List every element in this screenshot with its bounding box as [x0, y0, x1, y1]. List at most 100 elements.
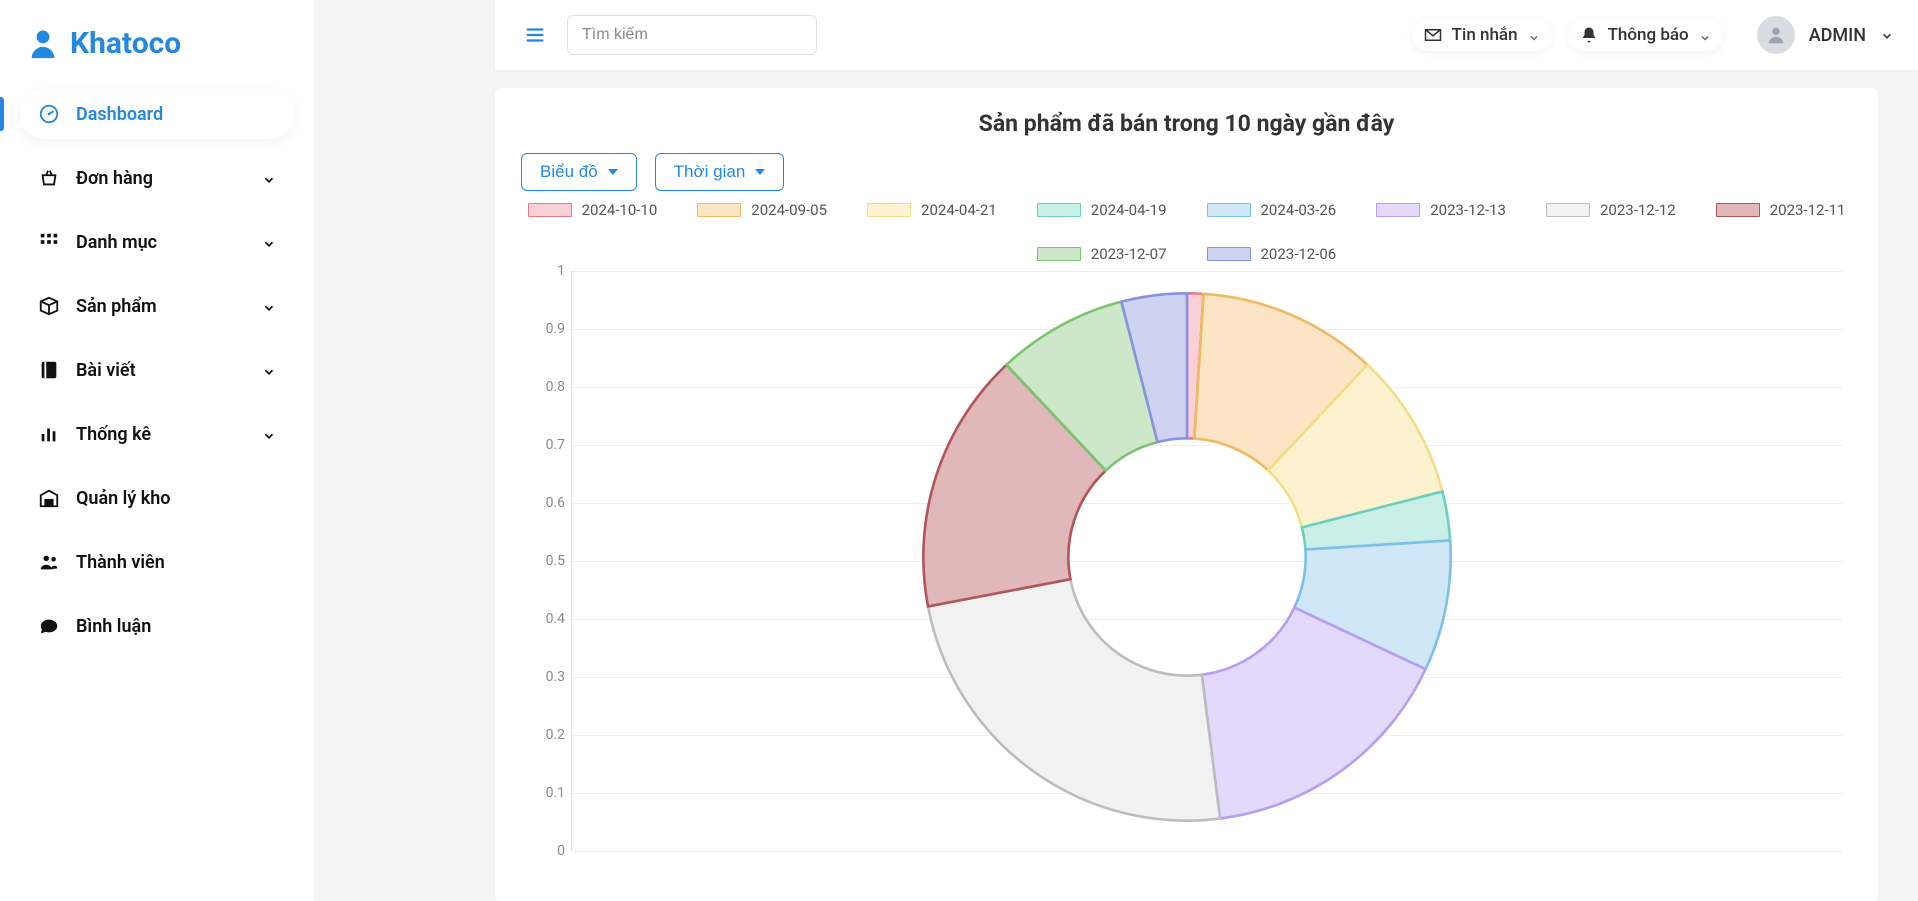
- sidebar-item-comment[interactable]: Bình luận: [20, 601, 294, 651]
- chart-type-label: Biểu đồ: [540, 162, 598, 182]
- chevron-down-icon: [262, 363, 276, 377]
- legend-label: 2024-04-21: [921, 201, 997, 219]
- user-name: ADMIN: [1809, 25, 1866, 46]
- legend-label: 2023-12-07: [1091, 245, 1167, 263]
- sidebar-item-label: Thành viên: [76, 552, 276, 573]
- sidebar-item-users[interactable]: Thành viên: [20, 537, 294, 587]
- sidebar-item-box[interactable]: Sản phẩm: [20, 281, 294, 331]
- legend-label: 2024-03-26: [1261, 201, 1337, 219]
- ytick-label: 0.7: [521, 437, 565, 453]
- sidebar-item-label: Danh mục: [76, 232, 246, 253]
- chevron-down-icon: [1880, 28, 1894, 42]
- topbar: Tin nhắn Thông báo ADMIN: [495, 0, 1918, 70]
- chart-area: 00.10.20.30.40.50.60.70.80.91: [521, 271, 1852, 851]
- brand-name: Khatoco: [70, 26, 181, 61]
- legend-label: 2024-04-19: [1091, 201, 1167, 219]
- brand[interactable]: Khatoco: [20, 18, 294, 89]
- sidebar-item-bars[interactable]: Thống kê: [20, 409, 294, 459]
- ytick-label: 0.1: [521, 785, 565, 801]
- legend-item[interactable]: 2023-12-06: [1207, 245, 1337, 263]
- time-range-label: Thời gian: [674, 162, 746, 182]
- search-input[interactable]: [567, 15, 817, 55]
- user-icon: [26, 27, 60, 61]
- dashboard-card: Sản phẩm đã bán trong 10 ngày gần đây Bi…: [495, 88, 1878, 901]
- messages-label: Tin nhắn: [1452, 25, 1518, 45]
- legend-swatch: [1037, 203, 1081, 217]
- chart-type-dropdown[interactable]: Biểu đồ: [521, 153, 637, 191]
- legend-item[interactable]: 2024-09-05: [697, 201, 827, 219]
- legend-swatch: [1037, 247, 1081, 261]
- ytick-label: 1: [521, 263, 565, 279]
- warehouse-icon: [38, 487, 60, 509]
- legend-item[interactable]: 2024-03-26: [1207, 201, 1337, 219]
- ytick-label: 0.9: [521, 321, 565, 337]
- sidebar-item-grid[interactable]: Danh mục: [20, 217, 294, 267]
- bell-icon: [1580, 26, 1598, 44]
- ytick-label: 0.8: [521, 379, 565, 395]
- legend-item[interactable]: 2023-12-07: [1037, 245, 1167, 263]
- legend-label: 2024-10-10: [582, 201, 658, 219]
- legend-item[interactable]: 2023-12-12: [1546, 201, 1676, 219]
- legend-item[interactable]: 2024-04-19: [1037, 201, 1167, 219]
- legend-item[interactable]: 2023-12-13: [1376, 201, 1506, 219]
- legend-swatch: [1207, 203, 1251, 217]
- legend-swatch: [528, 203, 572, 217]
- basket-icon: [38, 167, 60, 189]
- donut-slice[interactable]: [928, 579, 1220, 820]
- donut-chart: [897, 267, 1477, 847]
- chevron-down-icon: [262, 299, 276, 313]
- legend-item[interactable]: 2024-10-10: [528, 201, 658, 219]
- chevron-down-icon: [262, 171, 276, 185]
- users-icon: [38, 551, 60, 573]
- sidebar-item-warehouse[interactable]: Quản lý kho: [20, 473, 294, 523]
- bars-icon: [38, 423, 60, 445]
- legend-label: 2023-12-13: [1430, 201, 1506, 219]
- user-menu[interactable]: ADMIN: [1757, 16, 1894, 54]
- legend-item[interactable]: 2023-12-11: [1716, 201, 1846, 219]
- chevron-down-icon: [1699, 29, 1711, 41]
- time-range-dropdown[interactable]: Thời gian: [655, 153, 785, 191]
- sidebar-item-label: Đơn hàng: [76, 168, 246, 189]
- messages-dropdown[interactable]: Tin nhắn: [1412, 19, 1552, 51]
- legend-swatch: [1546, 203, 1590, 217]
- legend-label: 2023-12-12: [1600, 201, 1676, 219]
- sidebar-item-dashboard[interactable]: Dashboard: [20, 89, 294, 139]
- chevron-down-icon: [262, 427, 276, 441]
- menu-toggle-button[interactable]: [519, 19, 551, 51]
- ytick-label: 0.2: [521, 727, 565, 743]
- sidebar-item-label: Dashboard: [76, 104, 276, 125]
- legend-swatch: [1207, 247, 1251, 261]
- sidebar-item-label: Bài viết: [76, 360, 246, 381]
- chevron-down-icon: [1528, 29, 1540, 41]
- envelope-icon: [1424, 26, 1442, 44]
- sidebar-item-label: Quản lý kho: [76, 488, 276, 509]
- sidebar-item-book[interactable]: Bài viết: [20, 345, 294, 395]
- legend-label: 2023-12-11: [1770, 201, 1846, 219]
- grid-icon: [38, 231, 60, 253]
- sidebar: Khatoco Dashboard Đơn hàng Danh mục Sản phẩ…: [0, 0, 315, 901]
- sidebar-item-label: Bình luận: [76, 616, 276, 637]
- avatar: [1757, 16, 1795, 54]
- sidebar-item-label: Sản phẩm: [76, 296, 246, 317]
- caret-down-icon: [608, 169, 618, 175]
- legend-item[interactable]: 2024-04-21: [867, 201, 997, 219]
- chart-title: Sản phẩm đã bán trong 10 ngày gần đây: [521, 110, 1852, 137]
- ytick-label: 0.5: [521, 553, 565, 569]
- legend-swatch: [867, 203, 911, 217]
- sidebar-nav: Dashboard Đơn hàng Danh mục Sản phẩm Bài viế…: [20, 89, 294, 651]
- sidebar-item-label: Thống kê: [76, 424, 246, 445]
- chart-legend: 2024-10-10 2024-09-05 2024-04-21 2024-04-19…: [521, 201, 1852, 263]
- comment-icon: [38, 615, 60, 637]
- ytick-label: 0: [521, 843, 565, 859]
- legend-label: 2024-09-05: [751, 201, 827, 219]
- notifications-dropdown[interactable]: Thông báo: [1568, 19, 1723, 51]
- book-icon: [38, 359, 60, 381]
- dashboard-icon: [38, 103, 60, 125]
- ytick-label: 0.6: [521, 495, 565, 511]
- box-icon: [38, 295, 60, 317]
- legend-label: 2023-12-06: [1261, 245, 1337, 263]
- sidebar-item-basket[interactable]: Đơn hàng: [20, 153, 294, 203]
- ytick-label: 0.3: [521, 669, 565, 685]
- chevron-down-icon: [262, 235, 276, 249]
- caret-down-icon: [755, 169, 765, 175]
